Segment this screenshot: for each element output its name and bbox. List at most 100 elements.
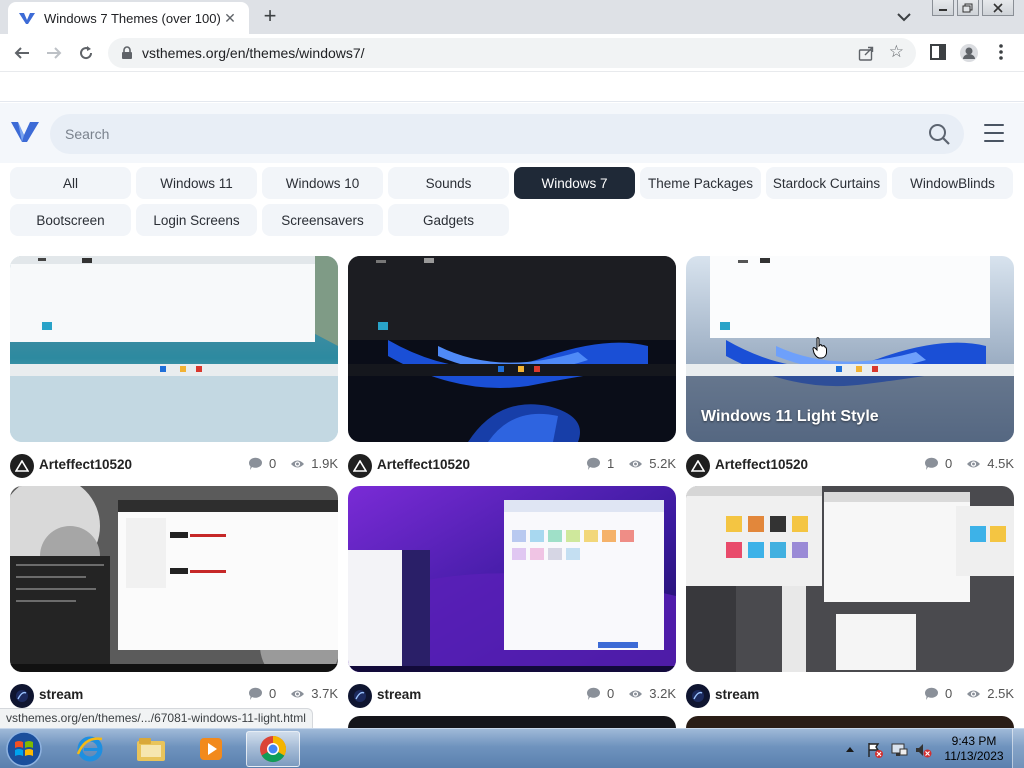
action-center-flag-icon[interactable]	[866, 741, 884, 759]
profile-avatar-icon[interactable]	[959, 43, 979, 63]
category-windows-11[interactable]: Windows 11	[136, 167, 257, 199]
views-eye-icon	[291, 690, 305, 697]
category-screensavers[interactable]: Screensavers	[262, 204, 383, 236]
minimize-button[interactable]	[932, 0, 954, 16]
forward-button[interactable]	[42, 41, 66, 65]
author-name[interactable]: Arteffect10520	[715, 457, 808, 472]
start-orb-icon[interactable]	[4, 730, 44, 768]
card-meta: Arteffect10520 0 1.9K	[10, 454, 338, 478]
comment-icon	[249, 687, 263, 700]
views-eye-icon	[629, 690, 643, 697]
url-text[interactable]: vsthemes.org/en/themes/windows7/	[142, 45, 365, 61]
taskbar-internet-explorer[interactable]	[63, 731, 117, 767]
author-avatar[interactable]	[348, 454, 372, 478]
category-theme-packages[interactable]: Theme Packages	[640, 167, 761, 199]
comment-count: 0	[945, 686, 953, 701]
author-avatar-icon	[354, 690, 366, 702]
category-sounds[interactable]: Sounds	[388, 167, 509, 199]
reload-button[interactable]	[74, 41, 98, 65]
thumbnail-image	[10, 486, 338, 672]
comment-count: 0	[269, 686, 277, 701]
taskbar-file-explorer[interactable]	[124, 731, 178, 767]
comment-icon	[587, 457, 601, 470]
theme-thumbnail[interactable]	[10, 256, 338, 442]
comment-count: 0	[945, 456, 953, 471]
show-desktop-button[interactable]	[1012, 729, 1024, 768]
view-count: 5.2K	[649, 456, 676, 471]
show-hidden-icons-icon[interactable]	[845, 745, 855, 753]
close-window-button[interactable]	[982, 0, 1014, 16]
card-overlay-title[interactable]: Windows 11 Light Style	[701, 408, 879, 426]
internet-explorer-icon	[76, 736, 103, 762]
bookmark-star-icon[interactable]: ☆	[889, 42, 904, 62]
comment-count: 0	[607, 686, 615, 701]
theme-thumbnail[interactable]	[348, 486, 676, 672]
card-stats: 0 2.5K	[924, 686, 1014, 701]
new-tab-button[interactable]: +	[258, 5, 282, 29]
comment-count: 0	[269, 456, 277, 471]
card-meta: stream 0 3.7K	[10, 684, 338, 708]
theme-thumbnail-partial[interactable]	[348, 716, 676, 728]
more-menu-icon[interactable]	[996, 43, 1006, 61]
theme-thumbnail[interactable]	[10, 486, 338, 672]
tab-title: Windows 7 Themes (over 100)	[44, 10, 221, 26]
search-input[interactable]	[65, 124, 765, 144]
category-all[interactable]: All	[10, 167, 131, 199]
thumbnail-image	[10, 256, 338, 442]
author-name[interactable]: Arteffect10520	[39, 457, 132, 472]
theme-thumbnail[interactable]: Windows 11 Light Style	[686, 256, 1014, 442]
active-tab[interactable]: Windows 7 Themes (over 100) ✕	[8, 2, 249, 34]
taskbar-chrome[interactable]	[246, 731, 300, 767]
category-login-screens[interactable]: Login Screens	[136, 204, 257, 236]
views-eye-icon	[291, 460, 305, 467]
link-status-url: vsthemes.org/en/themes/.../67081-windows…	[0, 708, 313, 728]
author-avatar[interactable]	[10, 684, 34, 708]
views-eye-icon	[967, 460, 981, 467]
clock-time: 9:43 PM	[951, 734, 997, 748]
hand-cursor-icon	[812, 337, 827, 359]
back-button[interactable]	[10, 41, 34, 65]
windows-taskbar: 9:43 PM 11/13/2023	[0, 728, 1024, 768]
theme-thumbnail[interactable]	[348, 256, 676, 442]
card-meta: stream 0 3.2K	[348, 684, 676, 708]
category-windows-7[interactable]: Windows 7	[514, 167, 635, 199]
category-windows-10[interactable]: Windows 10	[262, 167, 383, 199]
author-avatar[interactable]	[686, 684, 710, 708]
category-stardock-curtains[interactable]: Stardock Curtains	[766, 167, 887, 199]
theme-thumbnail-partial[interactable]	[686, 716, 1014, 728]
side-panel-icon[interactable]	[929, 43, 947, 61]
view-count: 4.5K	[987, 456, 1014, 471]
thumbnail-image	[686, 486, 1014, 672]
author-name[interactable]: stream	[715, 687, 759, 702]
category-gadgets[interactable]: Gadgets	[388, 204, 509, 236]
network-icon[interactable]	[890, 741, 908, 759]
author-avatar[interactable]	[686, 454, 710, 478]
restore-icon	[962, 3, 973, 12]
theme-thumbnail[interactable]	[686, 486, 1014, 672]
lock-icon[interactable]	[120, 46, 134, 60]
view-count: 1.9K	[311, 456, 338, 471]
system-clock[interactable]: 9:43 PM 11/13/2023	[938, 734, 1010, 764]
close-tab-icon[interactable]: ✕	[221, 10, 239, 27]
hamburger-menu-icon[interactable]	[984, 124, 1004, 142]
author-name[interactable]: stream	[39, 687, 83, 702]
address-bar[interactable]: vsthemes.org/en/themes/windows7/ ☆	[108, 38, 916, 68]
author-name[interactable]: stream	[377, 687, 421, 702]
category-windowblinds[interactable]: WindowBlinds	[892, 167, 1013, 199]
tab-search-chevron-icon[interactable]	[893, 8, 915, 26]
author-avatar[interactable]	[10, 454, 34, 478]
author-logo-icon	[15, 460, 29, 472]
category-bootscreen[interactable]: Bootscreen	[10, 204, 131, 236]
author-avatar[interactable]	[348, 684, 372, 708]
author-avatar-icon	[16, 690, 28, 702]
volume-muted-icon[interactable]	[914, 741, 932, 759]
category-nav: All Windows 11 Windows 10 Sounds Windows…	[0, 163, 1024, 241]
search-box[interactable]	[50, 114, 964, 154]
author-name[interactable]: Arteffect10520	[377, 457, 470, 472]
site-logo-icon[interactable]	[10, 116, 40, 146]
card-stats: 0 4.5K	[924, 456, 1014, 471]
search-icon[interactable]	[928, 123, 950, 145]
restore-button[interactable]	[957, 0, 979, 16]
share-icon[interactable]	[858, 45, 874, 61]
taskbar-media-player[interactable]	[184, 731, 238, 767]
